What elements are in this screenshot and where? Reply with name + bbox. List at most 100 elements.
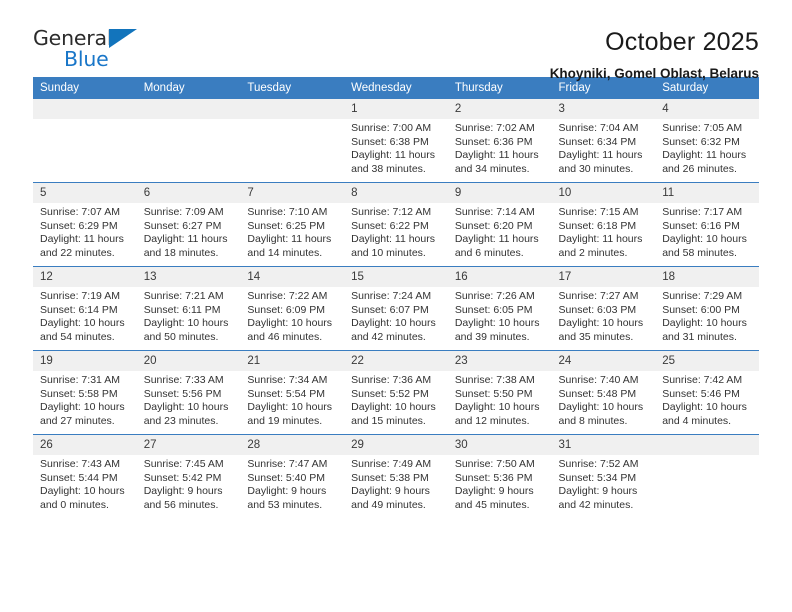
- sunset-time: Sunset: 6:38 PM: [351, 135, 429, 148]
- daylight-duration-line2: and 30 minutes.: [558, 162, 634, 175]
- day-number: [33, 99, 137, 119]
- weekday-header-monday: Monday: [136, 77, 241, 99]
- sunset-time: Sunset: 5:34 PM: [558, 471, 637, 484]
- sunset-time: Sunset: 5:40 PM: [247, 471, 326, 484]
- weekday-header-wednesday: Wednesday: [344, 77, 448, 99]
- title-block: October 2025 Khoyniki, Gomel Oblast, Bel…: [550, 26, 759, 84]
- calendar-day-cell[interactable]: 31 Sunrise: 7:52 AM Sunset: 5:34 PM Dayligh…: [551, 434, 656, 518]
- day-number: 5: [33, 183, 137, 203]
- day-number: 20: [136, 351, 241, 371]
- daylight-duration-line2: and 54 minutes.: [40, 330, 115, 343]
- day-number: 22: [344, 351, 448, 371]
- day-number: 21: [240, 351, 345, 371]
- calendar-day-cell[interactable]: 23 Sunrise: 7:38 AM Sunset: 5:50 PM Dayligh…: [447, 350, 552, 435]
- general-blue-logo[interactable]: General Blue: [33, 26, 148, 72]
- calendar-week-row: 12 Sunrise: 7:19 AM Sunset: 6:14 PM Dayligh…: [33, 266, 759, 351]
- day-details: Sunrise: 7:26 AM Sunset: 6:05 PM Daylight:…: [448, 287, 552, 344]
- sunrise-time: Sunrise: 7:12 AM: [351, 206, 432, 218]
- calendar-day-cell[interactable]: 2 Sunrise: 7:02 AM Sunset: 6:36 PM Daylight…: [447, 99, 552, 183]
- calendar-day-cell[interactable]: 25 Sunrise: 7:42 AM Sunset: 5:46 PM Dayligh…: [655, 350, 759, 435]
- calendar-day-cell[interactable]: 16 Sunrise: 7:26 AM Sunset: 6:05 PM Dayligh…: [447, 266, 552, 351]
- day-number: 26: [33, 435, 137, 455]
- calendar-day-cell[interactable]: 21 Sunrise: 7:34 AM Sunset: 5:54 PM Dayligh…: [240, 350, 345, 435]
- weekday-header-tuesday: Tuesday: [240, 77, 345, 99]
- sunrise-time: Sunrise: 7:31 AM: [40, 374, 120, 386]
- day-number: 13: [136, 267, 241, 287]
- calendar-day-cell[interactable]: 1 Sunrise: 7:00 AM Sunset: 6:38 PM Daylight…: [344, 99, 448, 183]
- sunset-time: Sunset: 5:48 PM: [558, 387, 637, 400]
- calendar-day-cell[interactable]: 14 Sunrise: 7:22 AM Sunset: 6:09 PM Dayligh…: [240, 266, 345, 351]
- calendar-day-cell[interactable]: 4 Sunrise: 7:05 AM Sunset: 6:32 PM Daylight…: [655, 99, 759, 183]
- sunrise-time: Sunrise: 7:21 AM: [143, 290, 224, 302]
- daylight-duration-line1: Daylight: 9 hours: [143, 485, 223, 498]
- calendar-day-cell[interactable]: 5 Sunrise: 7:07 AM Sunset: 6:29 PM Daylight…: [33, 182, 137, 267]
- daylight-duration-line1: Daylight: 10 hours: [351, 317, 436, 330]
- calendar-body: 1 Sunrise: 7:00 AM Sunset: 6:38 PM Daylight…: [33, 99, 759, 518]
- calendar-day-cell[interactable]: 10 Sunrise: 7:15 AM Sunset: 6:18 PM Dayligh…: [551, 182, 656, 267]
- daylight-duration-line2: and 18 minutes.: [143, 246, 219, 259]
- calendar-day-cell[interactable]: 11 Sunrise: 7:17 AM Sunset: 6:16 PM Dayligh…: [655, 182, 759, 267]
- sunset-time: Sunset: 6:18 PM: [558, 219, 637, 232]
- daylight-duration-line2: and 45 minutes.: [454, 498, 530, 511]
- calendar-day-cell[interactable]: 3 Sunrise: 7:04 AM Sunset: 6:34 PM Daylight…: [551, 99, 656, 183]
- sunrise-sunset-calendar: Sunday Monday Tuesday Wednesday Thursday…: [33, 77, 759, 518]
- daylight-duration-line1: Daylight: 9 hours: [351, 485, 430, 498]
- calendar-day-cell[interactable]: 29 Sunrise: 7:49 AM Sunset: 5:38 PM Dayligh…: [344, 434, 448, 518]
- day-details: Sunrise: 7:04 AM Sunset: 6:34 PM Daylight:…: [552, 119, 656, 176]
- calendar-day-cell[interactable]: 20 Sunrise: 7:33 AM Sunset: 5:56 PM Dayligh…: [136, 350, 241, 435]
- day-number: [655, 435, 759, 455]
- sunrise-time: Sunrise: 7:22 AM: [247, 290, 328, 302]
- daylight-duration-line2: and 39 minutes.: [454, 330, 530, 343]
- day-number: 3: [551, 99, 656, 119]
- day-details: Sunrise: 7:45 AM Sunset: 5:42 PM Daylight:…: [137, 455, 241, 512]
- calendar-day-cell[interactable]: 7 Sunrise: 7:10 AM Sunset: 6:25 PM Daylight…: [240, 182, 345, 267]
- daylight-duration-line2: and 6 minutes.: [454, 246, 524, 259]
- calendar-day-cell[interactable]: 28 Sunrise: 7:47 AM Sunset: 5:40 PM Dayligh…: [240, 434, 345, 518]
- day-number: 17: [551, 267, 656, 287]
- daylight-duration-line1: Daylight: 10 hours: [454, 401, 540, 414]
- daylight-duration-line1: Daylight: 10 hours: [247, 317, 333, 330]
- sunset-time: Sunset: 6:14 PM: [40, 303, 118, 316]
- calendar-day-cell[interactable]: 24 Sunrise: 7:40 AM Sunset: 5:48 PM Dayligh…: [551, 350, 656, 435]
- calendar-day-cell[interactable]: 17 Sunrise: 7:27 AM Sunset: 6:03 PM Dayligh…: [551, 266, 656, 351]
- daylight-duration-line2: and 53 minutes.: [247, 498, 323, 511]
- daylight-duration-line2: and 34 minutes.: [454, 162, 530, 175]
- sunset-time: Sunset: 6:22 PM: [351, 219, 429, 232]
- day-details: Sunrise: 7:05 AM Sunset: 6:32 PM Daylight:…: [655, 119, 759, 176]
- day-details: Sunrise: 7:19 AM Sunset: 6:14 PM Daylight:…: [33, 287, 137, 344]
- calendar-day-cell[interactable]: 27 Sunrise: 7:45 AM Sunset: 5:42 PM Dayligh…: [136, 434, 241, 518]
- calendar-day-cell[interactable]: 22 Sunrise: 7:36 AM Sunset: 5:52 PM Dayligh…: [344, 350, 448, 435]
- daylight-duration-line1: Daylight: 11 hours: [662, 149, 747, 162]
- calendar-day-cell[interactable]: 15 Sunrise: 7:24 AM Sunset: 6:07 PM Dayligh…: [344, 266, 448, 351]
- sunrise-time: Sunrise: 7:24 AM: [351, 290, 432, 302]
- calendar-day-cell[interactable]: 19 Sunrise: 7:31 AM Sunset: 5:58 PM Dayligh…: [33, 350, 137, 435]
- calendar-day-cell[interactable]: 26 Sunrise: 7:43 AM Sunset: 5:44 PM Dayligh…: [33, 434, 137, 518]
- day-number: [240, 99, 345, 119]
- calendar-day-cell[interactable]: 30 Sunrise: 7:50 AM Sunset: 5:36 PM Dayligh…: [447, 434, 552, 518]
- day-number: 2: [447, 99, 552, 119]
- calendar-week-row: 19 Sunrise: 7:31 AM Sunset: 5:58 PM Dayligh…: [33, 350, 759, 435]
- daylight-duration-line2: and 22 minutes.: [40, 246, 115, 259]
- day-details: Sunrise: 7:52 AM Sunset: 5:34 PM Daylight:…: [552, 455, 656, 512]
- calendar-day-cell[interactable]: 13 Sunrise: 7:21 AM Sunset: 6:11 PM Dayligh…: [136, 266, 241, 351]
- calendar-day-cell[interactable]: 9 Sunrise: 7:14 AM Sunset: 6:20 PM Daylight…: [447, 182, 552, 267]
- sunrise-time: Sunrise: 7:15 AM: [558, 206, 639, 218]
- daylight-duration-line2: and 14 minutes.: [247, 246, 323, 259]
- calendar-day-cell[interactable]: 8 Sunrise: 7:12 AM Sunset: 6:22 PM Daylight…: [344, 182, 448, 267]
- day-details: Sunrise: 7:00 AM Sunset: 6:38 PM Daylight:…: [344, 119, 448, 176]
- calendar-day-cell[interactable]: 6 Sunrise: 7:09 AM Sunset: 6:27 PM Daylight…: [136, 182, 241, 267]
- sunrise-time: Sunrise: 7:27 AM: [558, 290, 639, 302]
- daylight-duration-line1: Daylight: 10 hours: [351, 401, 436, 414]
- day-number: 11: [655, 183, 759, 203]
- sunset-time: Sunset: 5:38 PM: [351, 471, 429, 484]
- day-number: 23: [447, 351, 552, 371]
- sunrise-time: Sunrise: 7:49 AM: [351, 458, 432, 470]
- calendar-day-cell[interactable]: 18 Sunrise: 7:29 AM Sunset: 6:00 PM Dayligh…: [655, 266, 759, 351]
- sunset-time: Sunset: 6:16 PM: [662, 219, 740, 232]
- sunset-time: Sunset: 6:36 PM: [454, 135, 533, 148]
- day-number: 29: [344, 435, 448, 455]
- day-details: Sunrise: 7:42 AM Sunset: 5:46 PM Daylight:…: [655, 371, 759, 428]
- sunrise-time: Sunrise: 7:07 AM: [40, 206, 120, 218]
- calendar-day-cell[interactable]: 12 Sunrise: 7:19 AM Sunset: 6:14 PM Dayligh…: [33, 266, 137, 351]
- page-subtitle: Khoyniki, Gomel Oblast, Belarus: [549, 66, 759, 81]
